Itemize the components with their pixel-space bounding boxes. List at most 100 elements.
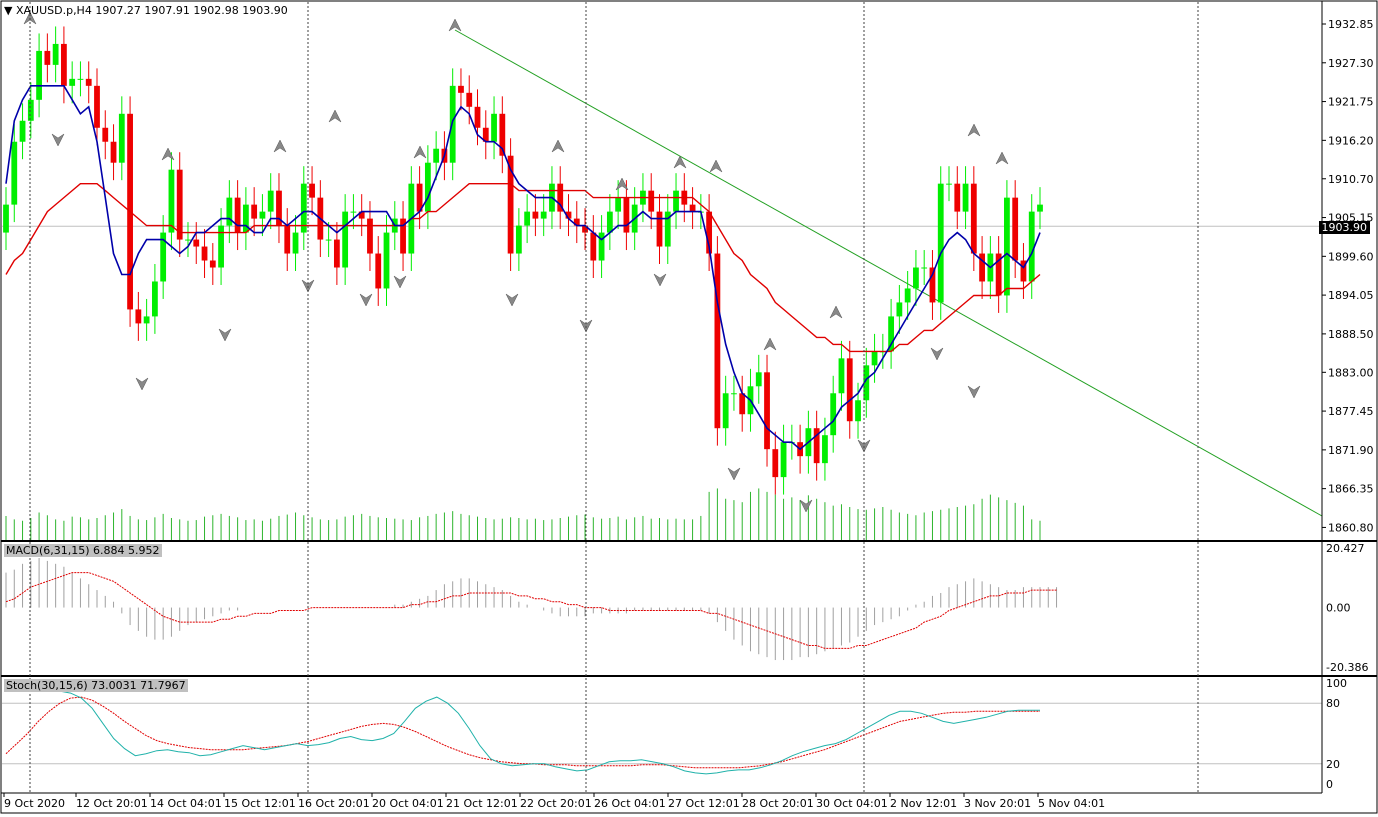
fractal-up-arrow <box>551 139 565 153</box>
candle-bull <box>424 162 431 212</box>
candle-bull <box>515 225 522 254</box>
stoch-label: Stoch(30,15,6) 73.0031 71.7967 <box>4 679 188 692</box>
y-tick-label: 1894.05 <box>1328 289 1374 302</box>
fractal-down-arrow <box>505 293 519 307</box>
fractal-up-arrow <box>673 155 687 169</box>
fractal-down-arrow <box>930 347 944 361</box>
candle-bull <box>606 211 613 233</box>
macd-scale-label: 0.00 <box>1326 602 1351 615</box>
candle-bull <box>673 190 679 212</box>
macd-header: MACD(6,31,15) 6.884 5.952 <box>4 544 162 557</box>
candle-bear <box>333 239 340 268</box>
fractal-down-arrow <box>218 328 232 342</box>
candle-bear <box>135 309 142 324</box>
candle-bear <box>648 190 655 212</box>
candle-bull <box>780 442 787 478</box>
candle-bear <box>714 253 721 429</box>
candle-bear <box>689 204 696 212</box>
candle-bull <box>896 302 903 317</box>
fractal-up-arrow <box>967 123 981 137</box>
candle-bull <box>722 393 729 429</box>
candle-bull <box>383 232 390 289</box>
candle-bull <box>491 113 497 142</box>
candle-bull <box>937 183 944 303</box>
x-tick-label: 16 Oct 20:01 <box>298 797 370 810</box>
candle-bear <box>466 92 473 107</box>
x-tick-label: 15 Oct 12:01 <box>224 797 296 810</box>
fractal-down-arrow <box>135 377 149 391</box>
stoch-scale-label: 100 <box>1326 677 1347 690</box>
candle-bear <box>970 183 977 254</box>
y-tick-label: 1871.90 <box>1328 444 1374 457</box>
y-tick-label: 1877.45 <box>1328 405 1374 418</box>
fractal-down-arrow <box>51 133 65 147</box>
candle-bear <box>110 141 117 163</box>
fractal-down-arrow <box>359 293 373 307</box>
candle-bull <box>838 358 845 394</box>
candle-bull <box>731 393 737 395</box>
y-tick-label: 1899.60 <box>1328 250 1374 263</box>
x-tick-label: 22 Oct 20:01 <box>520 797 592 810</box>
x-axis: 1932.851927.301921.751916.201910.701905.… <box>0 0 1378 814</box>
x-tick-label: 30 Oct 04:01 <box>816 797 888 810</box>
y-tick-label: 1927.30 <box>1328 57 1374 70</box>
macd-scale-label: 20.427 <box>1326 542 1365 555</box>
stoch-scale-label: 0 <box>1326 778 1333 791</box>
x-tick-label: 21 Oct 12:01 <box>446 797 518 810</box>
dropdown-triangle-icon[interactable]: ▼ <box>4 4 12 17</box>
candle-bear <box>94 85 100 128</box>
candle-bull <box>218 225 224 268</box>
candle-bull <box>855 400 861 422</box>
chart-root: 1932.85 1927.30 1921.75 1916.20 1910.70 1905.… <box>0 0 1378 814</box>
candle-bull <box>524 211 531 226</box>
candle-bull <box>259 211 266 219</box>
fractal-up-arrow <box>709 159 723 173</box>
candle-bear <box>367 218 373 254</box>
x-tick-label: 9 Oct 2020 <box>4 797 65 810</box>
y-tick-label: 1866.35 <box>1328 483 1374 496</box>
x-tick-label: 20 Oct 04:01 <box>372 797 444 810</box>
x-tick-label: 5 Nov 04:01 <box>1038 797 1105 810</box>
candle-bull <box>342 211 349 268</box>
fractal-down-arrow <box>727 467 741 481</box>
candle-bull <box>77 78 84 80</box>
stoch-scale-label: 20 <box>1326 758 1340 771</box>
y-tick-label: 1921.75 <box>1328 96 1374 109</box>
trend-line <box>454 29 1323 517</box>
candle-bull <box>921 267 928 269</box>
candle-bull <box>36 50 42 100</box>
candle-bear <box>176 169 183 240</box>
candle-bull <box>1037 204 1043 212</box>
price-header: ▼ XAUUSD.p,H4 1907.27 1907.91 1902.98 19… <box>4 4 288 17</box>
candle-bull <box>946 183 952 185</box>
candle-bull <box>52 43 59 65</box>
candle-bull <box>3 204 9 233</box>
stoch-signal-line <box>5 696 1040 769</box>
candle-bear <box>201 246 208 261</box>
candle-bear <box>61 43 67 86</box>
candle-bear <box>234 197 241 233</box>
candle-bull <box>143 316 150 324</box>
candle-bull <box>904 288 911 303</box>
candle-bear <box>739 393 746 415</box>
y-tick-label: 1916.20 <box>1328 134 1374 147</box>
ohlc-values: 1907.27 1907.91 1902.98 1903.90 <box>95 4 288 17</box>
candle-bull <box>267 190 274 212</box>
candle-bull <box>325 239 332 241</box>
candle-bear <box>309 183 315 198</box>
candle-bull <box>152 281 158 317</box>
fractal-down-arrow <box>653 273 667 287</box>
candle-bear <box>532 211 539 219</box>
candle-bear <box>764 372 770 450</box>
candle-bull <box>350 211 357 213</box>
price-panel <box>2 11 1323 540</box>
candle-bear <box>44 50 51 65</box>
candle-bull <box>11 141 18 205</box>
candle-bear <box>284 225 291 254</box>
candle-bear <box>979 253 985 282</box>
candle-bear <box>1012 197 1019 261</box>
fractal-down-arrow <box>799 499 813 513</box>
candle-bull <box>913 267 919 289</box>
candle-bull <box>118 113 125 163</box>
candle-bear <box>375 253 382 289</box>
